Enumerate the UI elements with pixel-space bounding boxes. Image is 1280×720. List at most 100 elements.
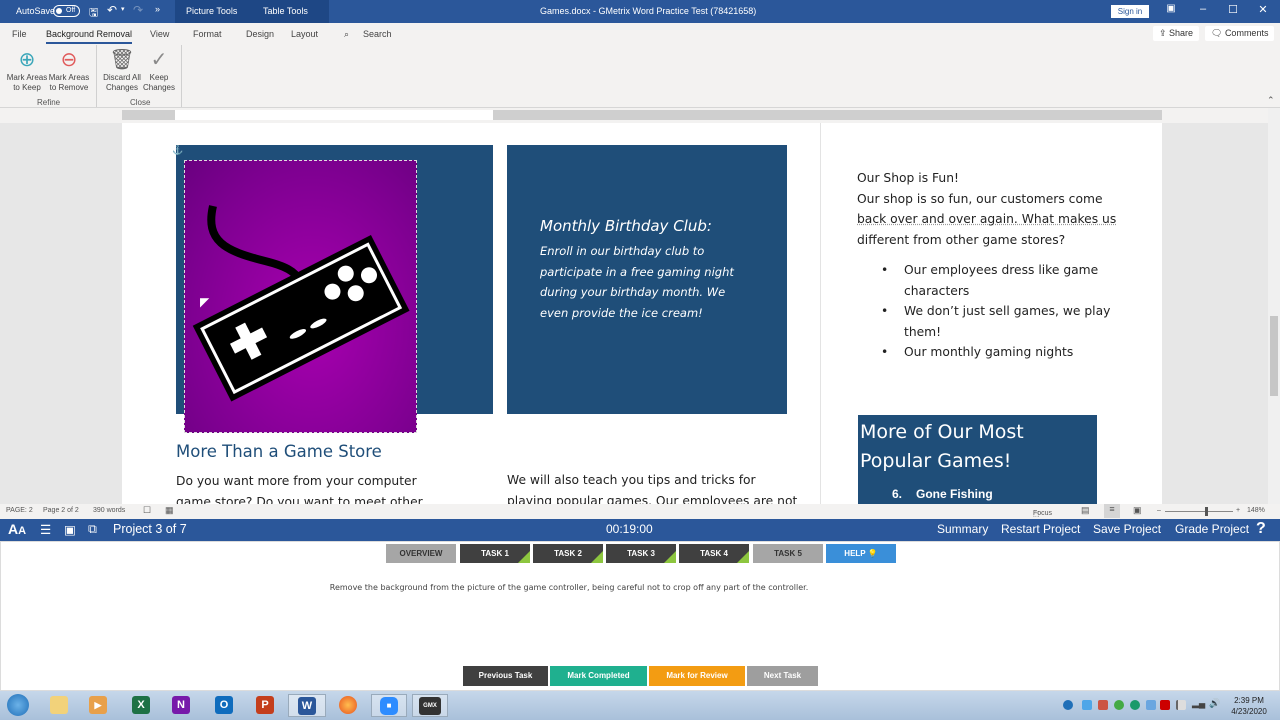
signal-tray-icon[interactable]: ▂▄: [1192, 698, 1205, 708]
comments-button[interactable]: 🗨 Comments: [1205, 26, 1275, 41]
shield-tray-icon[interactable]: [1130, 700, 1140, 710]
volume-tray-icon[interactable]: 🔊: [1209, 698, 1220, 708]
start-button[interactable]: [2, 694, 34, 717]
tab-task-3[interactable]: TASK 3: [606, 544, 676, 563]
share-button[interactable]: ⇪ Share: [1153, 26, 1200, 41]
ribbon-display-icon[interactable]: ▣: [1161, 3, 1181, 14]
zoom-out-button[interactable]: –: [1157, 507, 1161, 514]
autosave-toggle[interactable]: Off: [53, 5, 80, 17]
previous-task-button[interactable]: Previous Task: [463, 666, 548, 686]
tab-file[interactable]: File: [12, 29, 27, 39]
task-instruction: Remove the background from the picture o…: [329, 583, 809, 592]
network-tray-icon[interactable]: [1082, 700, 1092, 710]
tab-overview[interactable]: OVERVIEW: [386, 544, 456, 563]
search-box[interactable]: Search: [363, 29, 392, 39]
taskbar-outlook[interactable]: O: [208, 694, 240, 717]
tab-layout[interactable]: Layout: [291, 29, 318, 39]
next-task-button[interactable]: Next Task: [747, 666, 818, 686]
tab-design[interactable]: Design: [246, 29, 274, 39]
bullet-item: • We don’t just sell games, we play them…: [857, 301, 1127, 342]
more-than-heading: More Than a Game Store: [176, 442, 382, 461]
group-label-refine: Refine: [37, 98, 61, 107]
proofing-icon[interactable]: ☐: [143, 505, 151, 516]
taskbar-excel[interactable]: X: [125, 694, 157, 717]
game-controller-picture[interactable]: [184, 160, 417, 433]
status-bar: PAGE: 2 Page 2 of 2 390 words ☐ ▦ ⬚ Focu…: [0, 504, 1280, 519]
zoom-slider-thumb[interactable]: [1204, 507, 1208, 516]
undo-icon[interactable]: ↶: [107, 3, 117, 17]
bullet-icon: •: [881, 345, 889, 359]
macro-icon[interactable]: ▦: [165, 505, 174, 516]
tab-label: OVERVIEW: [399, 549, 443, 558]
collapse-ribbon-icon[interactable]: ⌃: [1267, 95, 1275, 106]
document-page[interactable]: ⚓ ◤ Monthly Birthday Club: Enroll in our…: [122, 123, 1162, 504]
tab-task-5[interactable]: TASK 5: [753, 544, 823, 563]
font-size-icon[interactable]: AA: [8, 521, 26, 537]
summary-button[interactable]: Summary: [937, 522, 988, 536]
focus-label: Focus: [1033, 510, 1053, 517]
zoom-slider[interactable]: [1165, 511, 1233, 512]
tab-format[interactable]: Format: [193, 29, 222, 39]
text-line: Our shop is so fun, our customers come: [857, 191, 1103, 206]
vertical-scrollbar[interactable]: [1268, 108, 1280, 504]
mouse-cursor-icon: ◤: [200, 295, 210, 309]
windows-logo-icon: [7, 694, 29, 717]
tab-task-4[interactable]: TASK 4: [679, 544, 749, 563]
horizontal-ruler[interactable]: [122, 110, 1162, 120]
taskbar-zoom[interactable]: ■: [371, 694, 407, 717]
save-project-button[interactable]: Save Project: [1093, 522, 1161, 536]
print-layout-icon[interactable]: ≡: [1104, 504, 1120, 518]
save-window-icon[interactable]: ▣: [64, 522, 76, 537]
security-tray-icon[interactable]: [1098, 700, 1108, 710]
close-button[interactable]: ✕: [1253, 3, 1273, 16]
tab-label: TASK 3: [627, 549, 655, 558]
adobe-tray-icon[interactable]: [1160, 700, 1170, 710]
taskbar-media-player[interactable]: ▶: [82, 694, 114, 717]
scrollbar-thumb[interactable]: [1270, 316, 1278, 396]
tab-task-1[interactable]: TASK 1: [460, 544, 530, 563]
taskbar-file-explorer[interactable]: [43, 694, 75, 717]
maximize-button[interactable]: ☐: [1223, 3, 1243, 16]
taskbar-gmetrix[interactable]: GMX: [412, 694, 448, 717]
page-count[interactable]: Page 2 of 2: [43, 507, 79, 514]
minimize-button[interactable]: –: [1193, 3, 1213, 15]
undo-dropdown-icon[interactable]: ▾: [121, 5, 125, 13]
update-tray-icon[interactable]: [1114, 700, 1124, 710]
restart-project-button[interactable]: Restart Project: [1001, 522, 1080, 536]
gmetrix-icon: GMX: [419, 697, 441, 716]
grade-project-button[interactable]: Grade Project: [1175, 522, 1249, 536]
tab-help[interactable]: HELP 💡: [826, 544, 896, 563]
mark-areas-to-remove-button[interactable]: ⊖ Mark Areas to Remove: [47, 47, 91, 93]
mark-completed-button[interactable]: Mark Completed: [550, 666, 647, 686]
text-line: characters: [904, 283, 970, 298]
taskbar-powerpoint[interactable]: P: [249, 694, 281, 717]
word-count[interactable]: 390 words: [93, 507, 125, 514]
zoom-level[interactable]: 148%: [1247, 507, 1265, 514]
task-list-icon[interactable]: ☰: [40, 522, 51, 537]
save-icon[interactable]: 🖫: [89, 4, 98, 23]
info-tray-icon[interactable]: [1063, 700, 1073, 710]
cloud-tray-icon[interactable]: [1146, 700, 1156, 710]
taskbar-onenote[interactable]: N: [165, 694, 197, 717]
onenote-icon: N: [172, 696, 190, 715]
more-commands-icon[interactable]: »: [155, 4, 160, 14]
group-label-close: Close: [130, 98, 151, 107]
mark-for-review-button[interactable]: Mark for Review: [649, 666, 745, 686]
page-indicator[interactable]: PAGE: 2: [6, 507, 33, 514]
keep-changes-button[interactable]: ✓ Keep Changes: [137, 47, 181, 93]
zoom-in-button[interactable]: +: [1236, 507, 1240, 514]
read-mode-icon[interactable]: ▤: [1081, 505, 1090, 516]
window-layout-icon[interactable]: ⧉: [88, 522, 97, 537]
system-clock[interactable]: 2:39 PM 4/23/2020: [1228, 695, 1270, 717]
taskbar-word[interactable]: W: [288, 694, 326, 717]
help-icon[interactable]: ?: [1256, 520, 1266, 538]
taskbar-firefox[interactable]: [332, 694, 364, 717]
flag-tray-icon[interactable]: [1176, 700, 1186, 710]
web-layout-icon[interactable]: ▣: [1133, 505, 1142, 516]
tab-task-2[interactable]: TASK 2: [533, 544, 603, 563]
mark-areas-to-keep-button[interactable]: ⊕ Mark Areas to Keep: [5, 47, 49, 93]
tab-background-removal[interactable]: Background Removal: [46, 29, 133, 44]
tab-view[interactable]: View: [150, 29, 169, 39]
sign-in-button[interactable]: Sign in: [1111, 5, 1149, 18]
search-icon[interactable]: ⌕: [344, 29, 349, 40]
